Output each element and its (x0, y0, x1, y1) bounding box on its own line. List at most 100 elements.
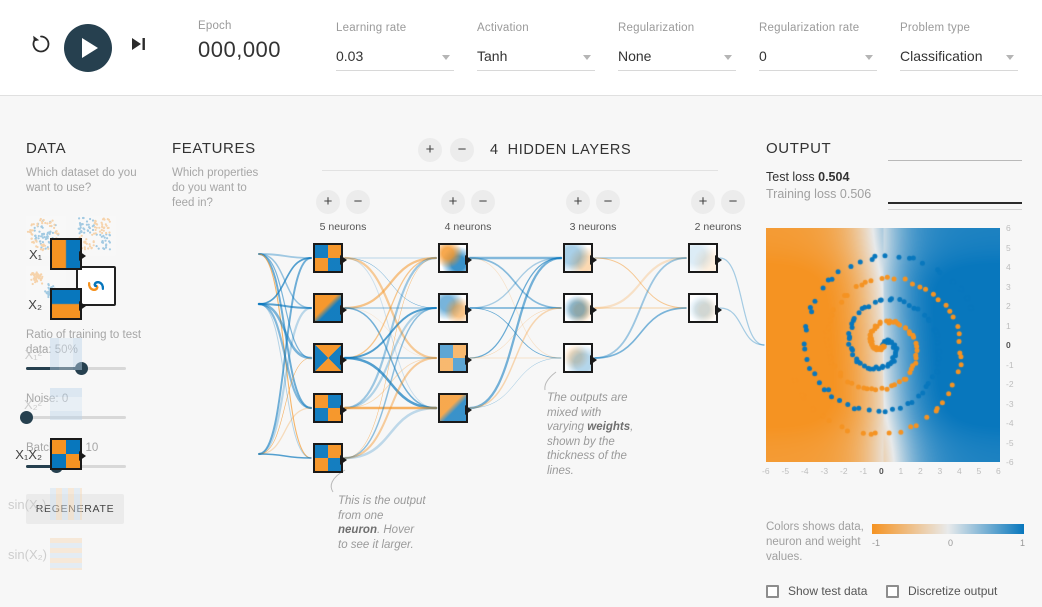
y-axis-tick-5: 1 (1006, 320, 1011, 331)
chevron-down-icon (442, 55, 450, 60)
x-axis-tick-2: -4 (801, 466, 809, 476)
neuron-annotation: This is the output from one neuron. Hover t… (338, 495, 426, 551)
feature-x2-node[interactable] (50, 288, 86, 320)
feature-x1x2-row: X₁X₂ (8, 438, 100, 470)
select-2[interactable]: None (618, 45, 736, 71)
neuron-l3-n2[interactable] (563, 293, 597, 323)
hidden-layer-2-controls: + − 4 neurons (438, 190, 498, 233)
feature-x2sq-row: X₂² (8, 388, 100, 420)
epoch-display: Epoch 000,000 (198, 20, 281, 63)
show-test-data-checkbox[interactable]: Show test data (766, 584, 867, 598)
remove-layer-button[interactable]: − (450, 138, 474, 162)
select-0[interactable]: 0.03 (336, 45, 454, 71)
epoch-label: Epoch (198, 20, 232, 32)
add-neuron-button-4[interactable]: + (691, 190, 715, 214)
output-connector-icon (590, 255, 597, 265)
neuron-l2-n2[interactable] (438, 293, 472, 323)
hidden-layer-2-neuron-count: 4 neurons (444, 221, 492, 233)
output-connector-icon (340, 455, 347, 465)
data-panel-title: DATA (26, 140, 67, 157)
neuron-activation-pattern (440, 295, 466, 321)
neuron-l3-n1[interactable] (563, 243, 597, 273)
neuron-l2-n4[interactable] (438, 393, 472, 423)
checkbox-icon[interactable] (886, 584, 899, 598)
add-neuron-button-1[interactable]: + (316, 190, 340, 214)
remove-neuron-button-2[interactable]: − (471, 190, 495, 214)
hidden-layers-count: 4 (490, 142, 499, 158)
play-icon (82, 38, 98, 58)
x-axis-tick-5: -1 (859, 466, 868, 476)
feature-x1sq-node[interactable] (50, 338, 82, 370)
training-loss-label: Training loss (766, 187, 837, 201)
hidden-layer-4-neuron-count: 2 neurons (694, 221, 742, 233)
feature-x2sq-node[interactable] (50, 388, 82, 420)
checkbox-icon[interactable] (766, 584, 779, 598)
neuron-l3-n3[interactable] (563, 343, 597, 373)
hidden-layer-3-controls: + − 3 neurons (563, 190, 623, 233)
output-connector-icon (340, 255, 347, 265)
replay-icon[interactable] (28, 31, 54, 57)
add-neuron-button-3[interactable]: + (566, 190, 590, 214)
control-label-0: Learning rate (336, 22, 407, 34)
add-layer-button[interactable]: + (418, 138, 442, 162)
select-4[interactable]: Classification (900, 45, 1018, 71)
neuron-l4-n1[interactable] (688, 243, 722, 273)
output-heatmap[interactable] (766, 228, 1000, 462)
neuron-activation-pattern (315, 445, 341, 471)
select-1[interactable]: Tanh (477, 45, 595, 71)
x-axis-tick-1: -5 (781, 466, 790, 476)
remove-neuron-button-1[interactable]: − (346, 190, 370, 214)
neuron-l2-n1[interactable] (438, 243, 472, 273)
neuron-l1-n2[interactable] (313, 293, 347, 323)
output-heatmap-wrapper: -6 -5 -4 -3 -2 -1 0 1 2 3 4 5 6 6 5 4 3 2 1 0 -1 -2 -3 -4 -5 -6 (762, 223, 1014, 476)
neuron-activation-pattern (565, 345, 591, 371)
chevron-down-icon (583, 55, 591, 60)
feature-sinx1-node[interactable] (50, 488, 82, 520)
select-3[interactable]: 0 (759, 45, 877, 71)
feature-x1-node[interactable] (50, 238, 86, 270)
select-value-2: None (618, 48, 652, 64)
feature-x1sq-pattern (50, 338, 82, 370)
neuron-l1-n5[interactable] (313, 443, 347, 473)
neuron-activation-pattern (440, 345, 466, 371)
neuron-activation-pattern (690, 295, 716, 321)
neuron-l2-n3[interactable] (438, 343, 472, 373)
neuron-l1-n3[interactable] (313, 343, 347, 373)
remove-neuron-button-3[interactable]: − (596, 190, 620, 214)
neuron-l4-n2[interactable] (688, 293, 722, 323)
x-axis-tick-3: -3 (820, 466, 829, 476)
add-neuron-button-2[interactable]: + (441, 190, 465, 214)
features-panel-title: FEATURES (172, 140, 256, 157)
test-loss-value: 0.504 (818, 170, 850, 184)
x-axis-tick-7: 1 (898, 466, 904, 476)
neuron-activation-pattern (690, 245, 716, 271)
hidden-layer-3-neuron-count: 3 neurons (569, 221, 617, 233)
feature-sinx1-label: sin(X₁) (8, 496, 47, 512)
control-group-1: Activation Tanh (477, 22, 595, 71)
hidden-layers-label: HIDDEN LAYERS (507, 142, 632, 158)
neuron-activation-pattern (440, 395, 466, 421)
neuron-l1-n4[interactable] (313, 393, 347, 423)
discretize-output-checkbox[interactable]: Discretize output (886, 584, 997, 598)
select-value-3: 0 (759, 48, 767, 64)
control-group-2: Regularization None (618, 22, 736, 71)
y-axis-tick-4: 2 (1006, 301, 1011, 311)
feature-sinx2-node[interactable] (50, 538, 82, 570)
feature-x2-row: X₂ (8, 288, 100, 320)
control-label-4: Problem type (900, 22, 971, 34)
control-label-3: Regularization rate (759, 22, 860, 34)
neuron-activation-pattern (315, 245, 341, 271)
neuron-activation-pattern (440, 245, 466, 271)
sparkline-axis-bottom (888, 209, 1022, 210)
neuron-l1-n1[interactable] (313, 243, 347, 273)
remove-neuron-button-4[interactable]: − (721, 190, 745, 214)
step-forward-icon[interactable] (128, 34, 148, 54)
output-connector-icon (79, 251, 86, 261)
features-panel: FEATURES Which properties do you want to… (172, 140, 272, 211)
feature-x1x2-node[interactable] (50, 438, 86, 470)
select-value-4: Classification (900, 48, 983, 64)
x-axis-tick-0: -6 (762, 466, 770, 476)
control-label-2: Regularization (618, 22, 695, 34)
play-button[interactable] (64, 24, 112, 72)
chevron-down-icon (865, 55, 873, 60)
